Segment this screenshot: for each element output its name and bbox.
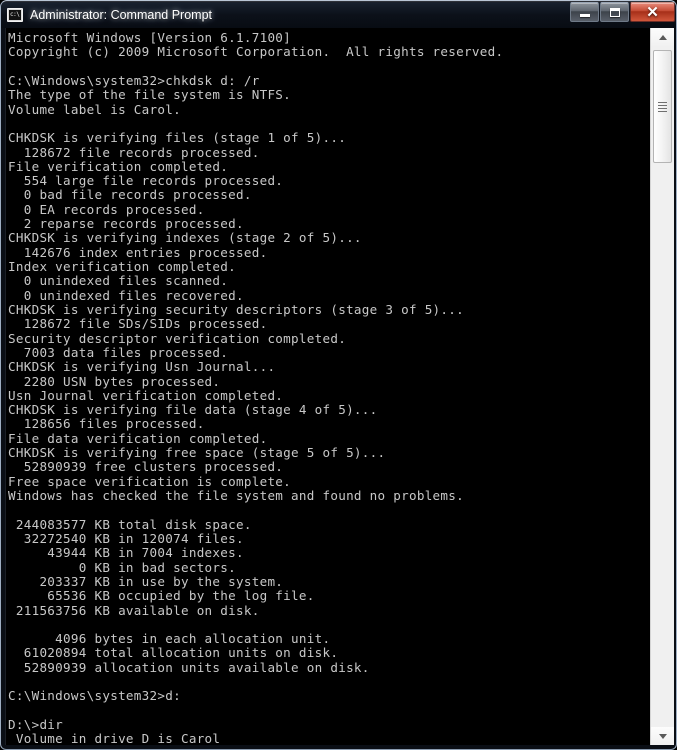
console-output-area[interactable]: Microsoft Windows [Version 6.1.7100] Cop… [6, 28, 651, 745]
close-button[interactable]: ✕ [630, 2, 675, 22]
console-text: Microsoft Windows [Version 6.1.7100] Cop… [8, 30, 504, 745]
close-icon: ✕ [646, 3, 659, 21]
title-bar[interactable]: Administrator: Command Prompt ✕ [1, 1, 676, 28]
scrollbar-thumb[interactable] [653, 50, 672, 163]
vertical-scrollbar[interactable] [650, 28, 674, 745]
scroll-down-arrow-icon[interactable] [651, 727, 674, 745]
window-client-area: Microsoft Windows [Version 6.1.7100] Cop… [5, 28, 674, 745]
maximize-button[interactable] [600, 2, 629, 22]
minimize-icon [571, 3, 598, 21]
scroll-up-arrow-icon[interactable] [651, 28, 674, 46]
window-controls: ✕ [570, 2, 675, 22]
minimize-button[interactable] [570, 2, 599, 22]
cmd-icon[interactable] [7, 8, 23, 22]
scrollbar-grip-icon [658, 101, 667, 112]
command-prompt-window: Administrator: Command Prompt ✕ Microsof… [0, 0, 677, 750]
window-title: Administrator: Command Prompt [30, 7, 213, 22]
maximize-icon [601, 3, 628, 21]
